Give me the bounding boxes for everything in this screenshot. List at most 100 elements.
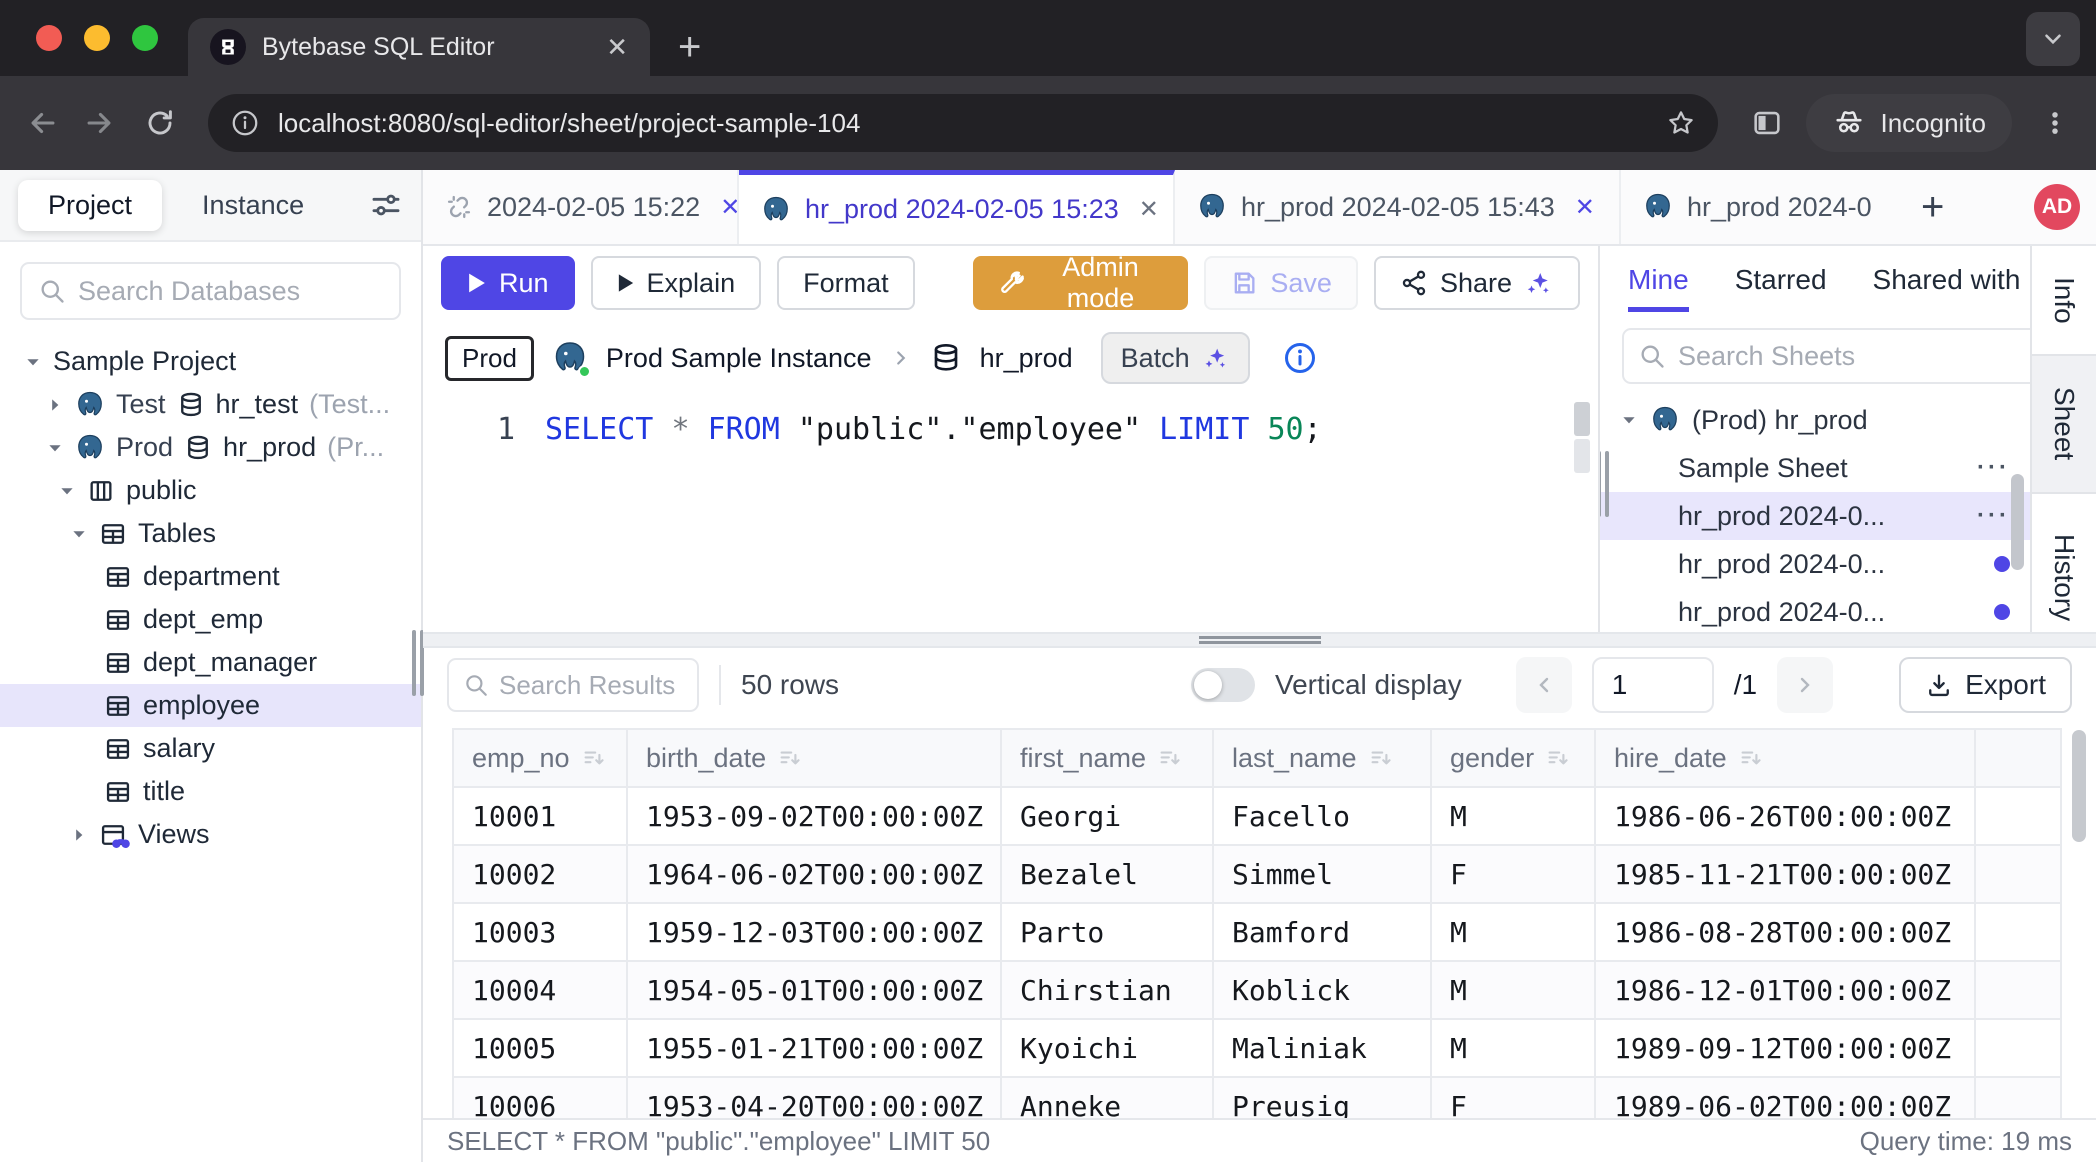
browser-tab[interactable]: Bytebase SQL Editor ✕ [188,18,650,76]
new-sheet-tab-button[interactable]: + [1903,170,1962,244]
chevron-down-icon[interactable] [70,525,88,543]
browser-tab-close-icon[interactable]: ✕ [606,32,628,63]
table-row[interactable]: 100011953-09-02T00:00:00ZGeorgiFacelloM1… [453,787,2061,845]
connection-info-icon[interactable] [1282,340,1318,376]
site-info-icon[interactable] [230,108,260,138]
table-row[interactable]: 100041954-05-01T00:00:00ZChirstianKoblic… [453,961,2061,1019]
tab-project[interactable]: Project [18,180,162,231]
new-browser-tab-button[interactable]: + [678,24,701,70]
close-tab-icon[interactable]: ✕ [720,193,739,222]
database-search[interactable] [20,262,401,320]
tree-item-table-dept-emp[interactable]: dept_emp [0,598,421,641]
editor-tab-3[interactable]: hr_prod 2024-02-05 15:43 ✕ [1175,170,1621,244]
tab-instance[interactable]: Instance [202,190,304,221]
chevron-down-icon[interactable] [58,482,76,500]
tree-item-tables-group[interactable]: Tables [0,512,421,555]
tree-item-table-salary[interactable]: salary [0,727,421,770]
chevron-down-icon[interactable] [1620,411,1638,429]
tree-item-views-group[interactable]: Views [0,813,421,856]
more-actions-icon[interactable]: ··· [1977,454,2010,482]
tab-starred[interactable]: Starred [1735,264,1827,312]
maximize-window-button[interactable] [132,25,158,51]
export-button[interactable]: Export [1899,657,2072,713]
sheet-item-sample[interactable]: Sample Sheet ··· [1600,444,2030,492]
chevron-right-icon[interactable] [46,396,64,414]
editor-scrollbar[interactable] [1574,402,1590,473]
editor-tab-1[interactable]: 2024-02-05 15:22 ✕ [423,170,739,244]
tree-item-schema-public[interactable]: public [0,469,421,512]
sheet-search-input[interactable] [1678,341,2030,372]
chevron-down-icon[interactable] [24,353,42,371]
format-button[interactable]: Format [777,256,915,310]
divider-drag-handle[interactable] [1199,636,1321,644]
batch-button[interactable]: Batch [1101,332,1250,384]
panel-divider[interactable] [423,632,2096,648]
close-tab-icon[interactable]: ✕ [1139,195,1159,224]
close-tab-icon[interactable]: ✕ [1575,193,1595,222]
page-number-input[interactable] [1592,657,1714,713]
reload-button[interactable] [144,107,176,139]
chevron-down-icon[interactable] [46,439,64,457]
browser-menu-icon[interactable] [2040,108,2070,138]
run-button[interactable]: Run [441,256,575,310]
results-search[interactable] [447,658,699,712]
tree-item-table-title[interactable]: title [0,770,421,813]
sheet-search[interactable] [1622,328,2030,384]
editor-tab-2-active[interactable]: hr_prod 2024-02-05 15:23 ✕ [739,170,1175,244]
results-search-input[interactable] [499,670,683,701]
tree-item-project[interactable]: Sample Project [0,340,421,383]
table-row[interactable]: 100051955-01-21T00:00:00ZKyoichiMaliniak… [453,1019,2061,1077]
tree-item-table-dept-manager[interactable]: dept_manager [0,641,421,684]
panel-resize-handle[interactable] [1598,451,1609,517]
forward-button[interactable] [82,106,116,140]
rail-tab-info[interactable]: Info [2032,246,2096,354]
tree-item-prod-db[interactable]: Prod hr_prod (Pr... [0,426,421,469]
chevron-right-icon[interactable] [70,826,88,844]
sheet-db-group[interactable]: (Prod) hr_prod [1600,396,2030,444]
export-label: Export [1965,669,2046,701]
tree-item-test-db[interactable]: Test hr_test (Test... [0,383,421,426]
tree-item-table-department[interactable]: department [0,555,421,598]
back-button[interactable] [26,106,60,140]
tree-item-table-employee[interactable]: employee [0,684,421,727]
prev-page-button[interactable] [1516,657,1572,713]
side-panel-icon[interactable] [1750,106,1784,140]
database-search-input[interactable] [78,276,432,307]
column-header-emp-no[interactable]: emp_no [453,729,627,787]
table-scrollbar[interactable] [2072,730,2086,842]
instance-name[interactable]: Prod Sample Instance [606,343,872,374]
admin-mode-button[interactable]: Admin mode [973,256,1189,310]
share-button[interactable]: Share [1374,256,1580,310]
column-header-first-name[interactable]: first_name [1001,729,1213,787]
vertical-display-toggle[interactable] [1191,668,1255,702]
sheet-list-scrollbar[interactable] [2011,474,2024,570]
sql-editor[interactable]: 1 SELECT * FROM "public"."employee" LIMI… [423,396,1598,632]
sheet-item-unsaved[interactable]: hr_prod 2024-0... [1600,540,2030,588]
tab-mine[interactable]: Mine [1628,264,1689,312]
more-actions-icon[interactable]: ··· [1977,502,2010,530]
sheet-item-selected[interactable]: hr_prod 2024-0... ··· [1600,492,2030,540]
table-row[interactable]: 100021964-06-02T00:00:00ZBezalelSimmelF1… [453,845,2061,903]
rail-tab-sheet[interactable]: Sheet [2032,354,2096,494]
table-row[interactable]: 100061953-04-20T00:00:00ZAnnekePreusigF1… [453,1077,2061,1118]
user-avatar[interactable]: AD [2034,184,2080,230]
bookmark-star-icon[interactable] [1666,108,1696,138]
url-input[interactable] [278,108,1648,139]
minimize-window-button[interactable] [84,25,110,51]
tab-shared-with-me[interactable]: Shared with me [1873,264,2030,312]
database-name[interactable]: hr_prod [980,343,1073,374]
save-button[interactable]: Save [1204,256,1358,310]
editor-tab-4[interactable]: hr_prod 2024-0 [1621,170,1903,244]
close-window-button[interactable] [36,25,62,51]
column-header-hire-date[interactable]: hire_date [1595,729,1975,787]
column-header-last-name[interactable]: last_name [1213,729,1431,787]
column-header-birth-date[interactable]: birth_date [627,729,1001,787]
column-header-gender[interactable]: gender [1431,729,1595,787]
sheet-item-unsaved[interactable]: hr_prod 2024-0... [1600,588,2030,632]
next-page-button[interactable] [1777,657,1833,713]
table-row[interactable]: 100031959-12-03T00:00:00ZPartoBamfordM19… [453,903,2061,961]
filter-icon[interactable] [369,188,403,222]
tab-search-chevron-button[interactable] [2026,12,2080,66]
address-bar[interactable] [208,94,1718,152]
explain-button[interactable]: Explain [591,256,762,310]
